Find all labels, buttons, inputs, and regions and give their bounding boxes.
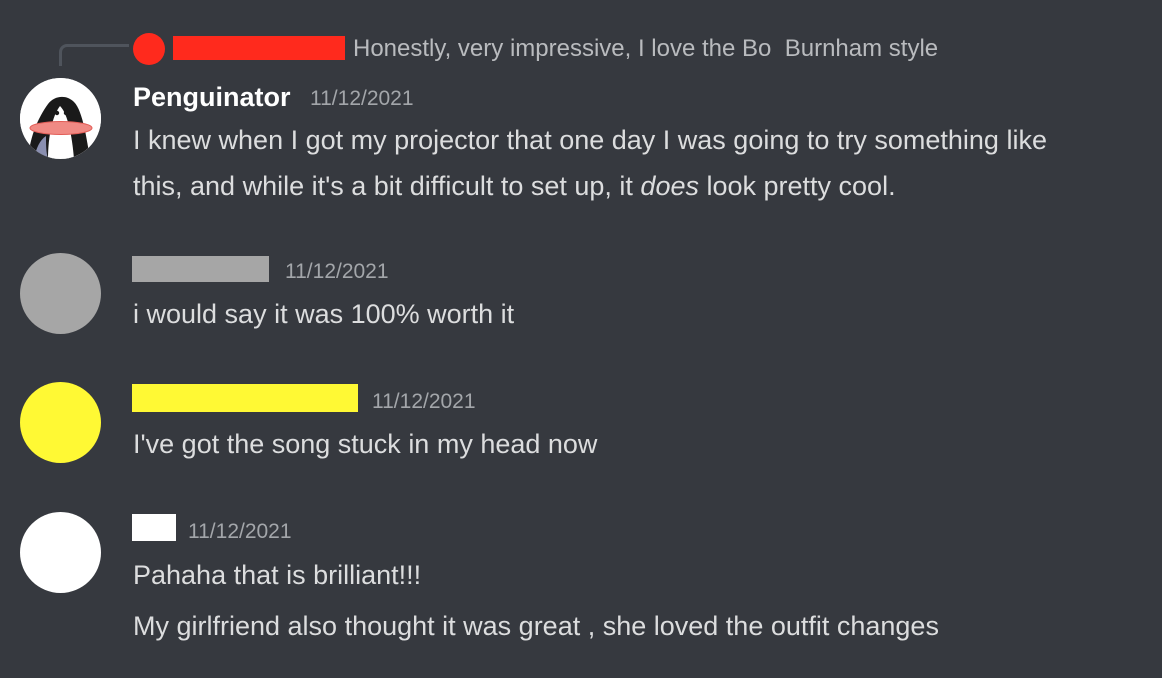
- reply-author-avatar[interactable]: [133, 33, 165, 65]
- reply-author-name-redacted[interactable]: [173, 36, 345, 60]
- message-content-line: My girlfriend also thought it was great …: [133, 611, 939, 641]
- message-emphasis-text: does: [640, 171, 699, 201]
- message-author-name-redacted[interactable]: [132, 256, 269, 282]
- message-text: look pretty cool.: [698, 171, 896, 201]
- message-content-line: i would say it was 100% worth it: [133, 299, 515, 329]
- message-content-line: Pahaha that is brilliant!!!: [133, 560, 422, 590]
- chat-message-list: Honestly, very impressive, I love the Bo…: [0, 0, 1162, 678]
- message-content-line: I knew when I got my projector that one …: [133, 125, 1047, 155]
- message-author-name-redacted[interactable]: [132, 514, 176, 541]
- user-avatar[interactable]: [20, 253, 101, 334]
- penguin-avatar-icon[interactable]: [20, 78, 101, 159]
- reply-connector-line: [59, 44, 129, 66]
- message-timestamp[interactable]: 11/12/2021: [188, 519, 292, 545]
- reply-preview-text[interactable]: Honestly, very impressive, I love the Bo…: [353, 34, 938, 64]
- message-author-name-redacted[interactable]: [132, 384, 358, 412]
- message-timestamp[interactable]: 11/12/2021: [285, 259, 389, 285]
- message-content-line: this, and while it's a bit difficult to …: [133, 168, 896, 204]
- message-timestamp[interactable]: 11/12/2021: [372, 389, 476, 415]
- message-author-name[interactable]: Penguinator: [133, 80, 291, 114]
- user-avatar[interactable]: [20, 382, 101, 463]
- user-avatar[interactable]: [20, 512, 101, 593]
- message-content-line: I've got the song stuck in my head now: [133, 429, 598, 459]
- message-timestamp[interactable]: 11/12/2021: [310, 86, 414, 112]
- message-text: this, and while it's a bit difficult to …: [133, 171, 641, 201]
